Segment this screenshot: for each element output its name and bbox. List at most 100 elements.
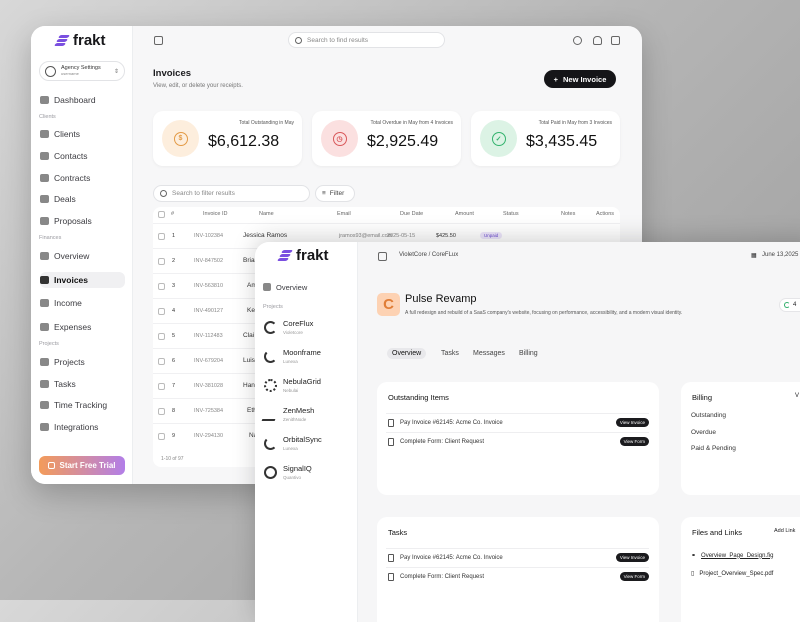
row-checkbox[interactable] — [158, 358, 165, 365]
agency-icon — [45, 65, 56, 77]
header-email[interactable]: Email — [337, 211, 351, 217]
project-name: ZenMesh — [283, 406, 315, 415]
view-form-button[interactable]: View Form — [619, 572, 649, 581]
project-item-zenmesh[interactable]: ZenMesh ZenithNode — [261, 406, 315, 422]
row-num: 5 — [172, 333, 176, 339]
projects-icon — [40, 358, 49, 366]
list-item[interactable]: Complete Form: Client Request View Form — [386, 567, 649, 585]
project-item-signaliq[interactable]: SignalIQ Quantivo — [264, 464, 312, 480]
row-checkbox[interactable] — [158, 433, 165, 440]
project-org: Violetcore — [283, 330, 303, 335]
clients-icon — [40, 130, 49, 138]
header-num[interactable]: # — [171, 211, 174, 217]
nav-integrations[interactable]: Integrations — [40, 419, 125, 435]
project-item-nebulagrid[interactable]: NebulaGrid Nebulai — [264, 377, 321, 393]
agency-settings-dropdown[interactable]: Agency Settings username ⇕ — [39, 61, 125, 81]
row-id: INV-294130 — [194, 433, 224, 439]
list-item[interactable]: Pay Invoice #62145: Acme Co. Invoice View… — [386, 548, 649, 566]
coreflux-icon — [264, 321, 277, 334]
header-name[interactable]: Name — [259, 211, 274, 217]
nav-label: Income — [54, 298, 82, 308]
row-name: Jessica Ramos — [243, 232, 288, 239]
add-link-button[interactable]: Add Link — [774, 528, 795, 534]
row-id: INV-563810 — [194, 283, 224, 289]
list-item[interactable]: Pay Invoice #62145: Acme Co. Invoice View… — [386, 413, 649, 431]
row-checkbox[interactable] — [158, 258, 165, 265]
nav-time-tracking[interactable]: Time Tracking — [40, 397, 125, 413]
summary-card-paid: ✓ Total Paid in May from 3 Invoices $3,4… — [471, 111, 620, 166]
item-text: Pay Invoice #62145: Acme Co. Invoice — [400, 419, 503, 426]
row-checkbox[interactable] — [158, 308, 165, 315]
tab-tasks[interactable]: Tasks — [436, 348, 464, 359]
add-icon[interactable] — [611, 36, 620, 45]
nav-overview[interactable]: Overview — [40, 248, 125, 264]
progress-ring-icon — [784, 302, 790, 308]
filter-search-input[interactable]: Search to filter results — [153, 185, 310, 202]
header-invoice-id[interactable]: Invoice ID — [203, 211, 227, 217]
nav-deals[interactable]: Deals — [40, 191, 125, 207]
filter-placeholder: Search to filter results — [172, 190, 235, 197]
nav-label: Projects — [54, 357, 85, 367]
project-item-moonframe[interactable]: Moonframe Lunexa — [264, 348, 321, 364]
zoom-out-icon[interactable] — [573, 36, 582, 45]
overview-icon — [40, 252, 49, 260]
view-form-button[interactable]: View Form — [619, 437, 649, 446]
search-input[interactable]: Search to find results — [288, 32, 445, 48]
nav-projects[interactable]: Projects — [40, 354, 125, 370]
file-link[interactable]: ⚭ Overview_Page_Design.fig — [691, 552, 773, 560]
billing-row-label: Overdue — [691, 429, 716, 436]
sidebar-toggle-icon[interactable] — [154, 36, 163, 45]
project-org: ZenithNode — [283, 417, 307, 422]
file-link[interactable]: ▯ Project_Overview_Spec.pdf — [691, 570, 773, 578]
nav-contacts[interactable]: Contacts — [40, 148, 125, 164]
nav-dashboard[interactable]: Dashboard — [40, 92, 125, 108]
nav-income[interactable]: Income — [40, 295, 125, 311]
row-id: INV-112483 — [194, 333, 223, 339]
card-value: $3,435.45 — [526, 133, 598, 150]
bell-icon[interactable] — [593, 36, 602, 45]
header-notes[interactable]: Notes — [561, 211, 575, 217]
select-all-checkbox[interactable] — [158, 211, 165, 218]
panel-title: Billing — [692, 393, 713, 402]
tab-overview[interactable]: Overview — [387, 348, 427, 359]
nav-tasks[interactable]: Tasks — [40, 376, 125, 392]
sidebar-toggle-icon[interactable] — [378, 252, 387, 261]
nav-proposals[interactable]: Proposals — [40, 213, 125, 229]
project-item-orbitalsync[interactable]: OrbitalSync Lunexa — [264, 435, 322, 451]
row-checkbox[interactable] — [158, 333, 165, 340]
header-due-date[interactable]: Due Date — [400, 211, 423, 217]
project-text: OrbitalSync Lunexa — [283, 435, 322, 451]
progress-value: 4 — [793, 302, 797, 308]
section-clients: Clients — [39, 114, 56, 120]
row-checkbox[interactable] — [158, 383, 165, 390]
row-checkbox[interactable] — [158, 283, 165, 290]
start-free-trial-button[interactable]: Start Free Trial — [39, 456, 125, 475]
nav-clients[interactable]: Clients — [40, 126, 125, 142]
row-checkbox[interactable] — [158, 408, 165, 415]
header-amount[interactable]: Amount — [455, 211, 474, 217]
check-icon: ✓ — [480, 120, 517, 157]
row-num: 3 — [172, 283, 176, 289]
row-checkbox[interactable] — [158, 233, 165, 240]
section-projects: Projects — [263, 304, 283, 310]
row-num: 2 — [172, 258, 176, 264]
nav-invoices[interactable]: Invoices — [40, 272, 125, 288]
search-icon — [160, 190, 167, 197]
status-badge: Unpaid — [480, 232, 503, 239]
nav-expenses[interactable]: Expenses — [40, 319, 125, 335]
view-invoice-button[interactable]: View Invoice — [615, 418, 649, 427]
new-invoice-button[interactable]: + New Invoice — [544, 70, 616, 88]
nav-overview[interactable]: Overview — [263, 279, 348, 295]
view-invoice-button[interactable]: View Invoice — [615, 553, 649, 562]
tab-messages[interactable]: Messages — [468, 348, 510, 359]
header-status[interactable]: Status — [503, 211, 519, 217]
row-id: INV-490127 — [194, 308, 224, 314]
list-item[interactable]: Complete Form: Client Request View Form — [386, 432, 649, 450]
project-text: NebulaGrid Nebulai — [283, 377, 321, 393]
tab-billing[interactable]: Billing — [514, 348, 543, 359]
filter-button[interactable]: ≡ Filter — [315, 185, 355, 202]
nav-label: Dashboard — [54, 95, 96, 105]
nav-contracts[interactable]: Contracts — [40, 170, 125, 186]
billing-view-link[interactable]: V — [795, 393, 799, 399]
project-item-coreflux[interactable]: CoreFlux Violetcore — [264, 319, 313, 335]
